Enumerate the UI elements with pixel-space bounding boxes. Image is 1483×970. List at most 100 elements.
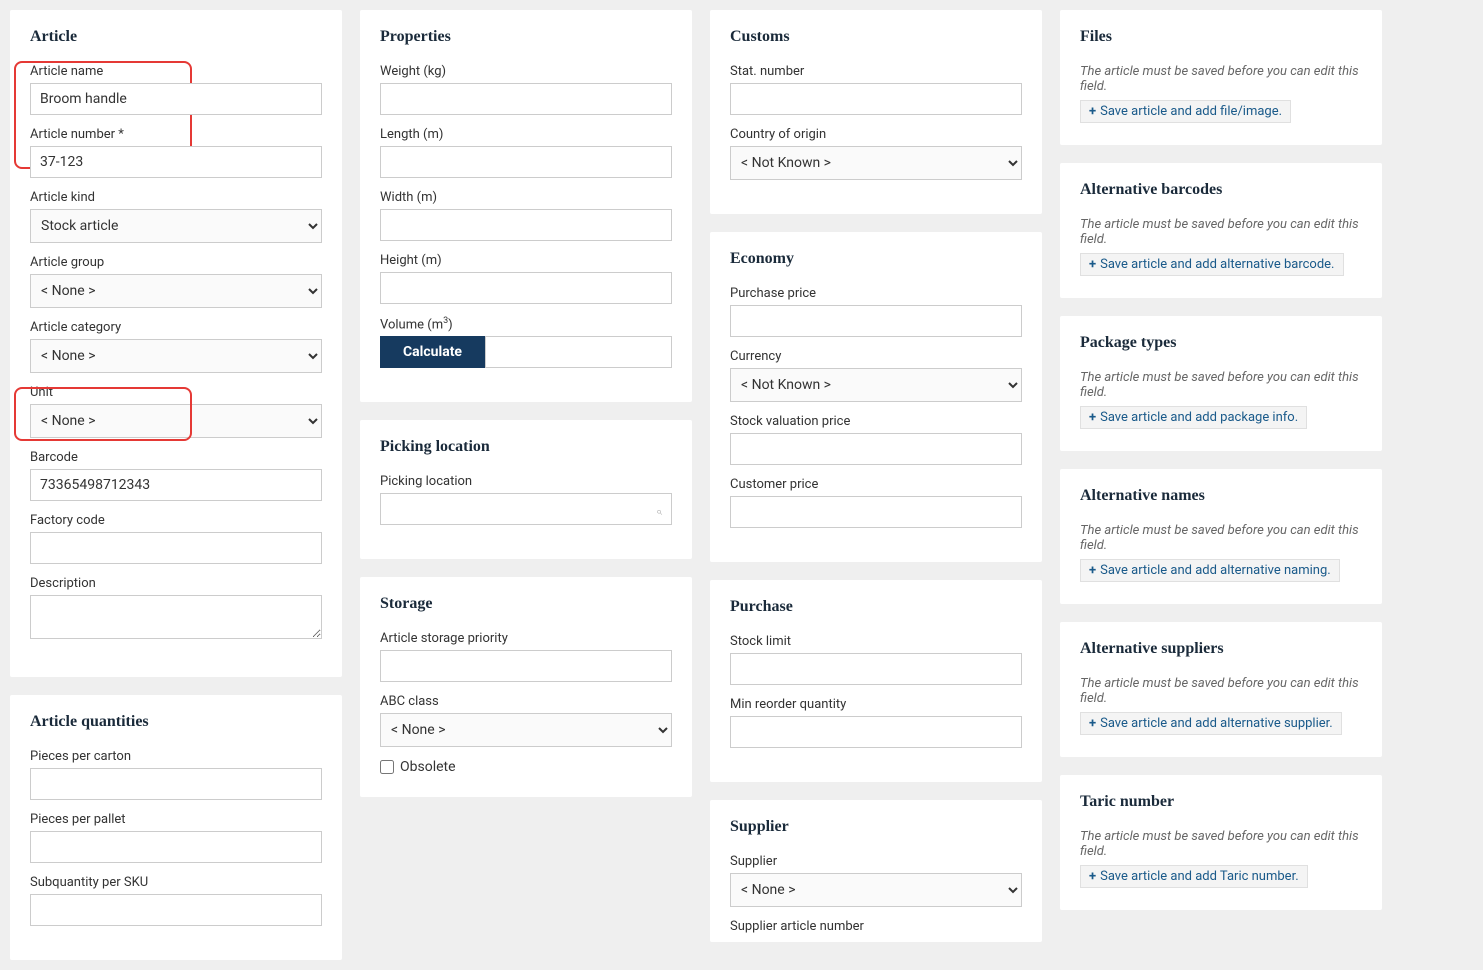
files-title: Files (1080, 28, 1362, 46)
picking-title: Picking location (380, 438, 672, 456)
unit-label: Unit (30, 385, 322, 400)
purchase-price-input[interactable] (730, 305, 1022, 337)
stat-input[interactable] (730, 83, 1022, 115)
picking-location-label: Picking location (380, 474, 672, 489)
barcode-input[interactable] (30, 469, 322, 501)
article-group-label: Article group (30, 255, 322, 270)
supplier-label: Supplier (730, 854, 1022, 869)
properties-title: Properties (380, 28, 672, 46)
storage-priority-label: Article storage priority (380, 631, 672, 646)
plus-icon: + (1089, 563, 1096, 578)
alt-barcodes-card: Alternative barcodes The article must be… (1060, 163, 1382, 298)
plus-icon: + (1089, 716, 1096, 731)
article-name-input[interactable] (30, 83, 322, 115)
storage-title: Storage (380, 595, 672, 613)
quantities-title: Article quantities (30, 713, 322, 731)
economy-title: Economy (730, 250, 1022, 268)
valuation-input[interactable] (730, 433, 1022, 465)
add-alt-barcode-button[interactable]: +Save article and add alternative barcod… (1080, 253, 1344, 276)
article-number-input[interactable] (30, 146, 322, 178)
alt-names-note: The article must be saved before you can… (1080, 523, 1362, 553)
purchase-title: Purchase (730, 598, 1022, 616)
article-kind-select[interactable]: Stock article (30, 209, 322, 243)
alt-names-card: Alternative names The article must be sa… (1060, 469, 1382, 604)
abc-label: ABC class (380, 694, 672, 709)
article-title: Article (30, 28, 322, 46)
quantities-card: Article quantities Pieces per carton Pie… (10, 695, 342, 960)
purchase-price-label: Purchase price (730, 286, 1022, 301)
alt-names-title: Alternative names (1080, 487, 1362, 505)
sub-label: Subquantity per SKU (30, 875, 322, 890)
purchase-card: Purchase Stock limit Min reorder quantit… (710, 580, 1042, 782)
alt-suppliers-card: Alternative suppliers The article must b… (1060, 622, 1382, 757)
alt-barcodes-note: The article must be saved before you can… (1080, 217, 1362, 247)
alt-suppliers-note: The article must be saved before you can… (1080, 676, 1362, 706)
files-card: Files The article must be saved before y… (1060, 10, 1382, 145)
carton-input[interactable] (30, 768, 322, 800)
customer-price-label: Customer price (730, 477, 1022, 492)
plus-icon: + (1089, 257, 1096, 272)
reorder-input[interactable] (730, 716, 1022, 748)
article-category-label: Article category (30, 320, 322, 335)
pallet-label: Pieces per pallet (30, 812, 322, 827)
add-taric-button[interactable]: +Save article and add Taric number. (1080, 865, 1308, 888)
economy-card: Economy Purchase price Currency < Not Kn… (710, 232, 1042, 562)
obsolete-checkbox[interactable] (380, 760, 394, 774)
factory-code-input[interactable] (30, 532, 322, 564)
description-label: Description (30, 576, 322, 591)
width-input[interactable] (380, 209, 672, 241)
article-category-select[interactable]: < None > (30, 339, 322, 373)
supplier-select[interactable]: < None > (730, 873, 1022, 907)
valuation-label: Stock valuation price (730, 414, 1022, 429)
abc-select[interactable]: < None > (380, 713, 672, 747)
taric-card: Taric number The article must be saved b… (1060, 775, 1382, 910)
properties-card: Properties Weight (kg) Length (m) Width … (360, 10, 692, 402)
article-kind-label: Article kind (30, 190, 322, 205)
package-types-title: Package types (1080, 334, 1362, 352)
width-label: Width (m) (380, 190, 672, 205)
height-input[interactable] (380, 272, 672, 304)
supplier-title: Supplier (730, 818, 1022, 836)
height-label: Height (m) (380, 253, 672, 268)
volume-input[interactable] (485, 336, 672, 368)
unit-select[interactable]: < None > (30, 404, 322, 438)
length-input[interactable] (380, 146, 672, 178)
origin-label: Country of origin (730, 127, 1022, 142)
description-input[interactable] (30, 595, 322, 639)
alt-barcodes-title: Alternative barcodes (1080, 181, 1362, 199)
stock-limit-label: Stock limit (730, 634, 1022, 649)
supplier-artnum-label: Supplier article number (730, 919, 1022, 934)
stat-label: Stat. number (730, 64, 1022, 79)
add-file-button[interactable]: +Save article and add file/image. (1080, 100, 1291, 123)
customs-title: Customs (730, 28, 1022, 46)
obsolete-label: Obsolete (400, 759, 456, 775)
sub-input[interactable] (30, 894, 322, 926)
alt-suppliers-title: Alternative suppliers (1080, 640, 1362, 658)
search-icon: ⌕ (656, 505, 662, 519)
carton-label: Pieces per carton (30, 749, 322, 764)
taric-title: Taric number (1080, 793, 1362, 811)
weight-input[interactable] (380, 83, 672, 115)
reorder-label: Min reorder quantity (730, 697, 1022, 712)
add-alt-name-button[interactable]: +Save article and add alternative naming… (1080, 559, 1340, 582)
add-package-button[interactable]: +Save article and add package info. (1080, 406, 1307, 429)
length-label: Length (m) (380, 127, 672, 142)
article-number-label: Article number * (30, 127, 322, 142)
currency-select[interactable]: < Not Known > (730, 368, 1022, 402)
weight-label: Weight (kg) (380, 64, 672, 79)
article-name-label: Article name (30, 64, 322, 79)
origin-select[interactable]: < Not Known > (730, 146, 1022, 180)
factory-code-label: Factory code (30, 513, 322, 528)
calculate-button[interactable]: Calculate (380, 336, 485, 368)
pallet-input[interactable] (30, 831, 322, 863)
plus-icon: + (1089, 104, 1096, 119)
package-types-card: Package types The article must be saved … (1060, 316, 1382, 451)
storage-priority-input[interactable] (380, 650, 672, 682)
stock-limit-input[interactable] (730, 653, 1022, 685)
picking-location-input[interactable] (380, 493, 672, 525)
add-alt-supplier-button[interactable]: +Save article and add alternative suppli… (1080, 712, 1342, 735)
taric-note: The article must be saved before you can… (1080, 829, 1362, 859)
currency-label: Currency (730, 349, 1022, 364)
article-group-select[interactable]: < None > (30, 274, 322, 308)
customer-price-input[interactable] (730, 496, 1022, 528)
